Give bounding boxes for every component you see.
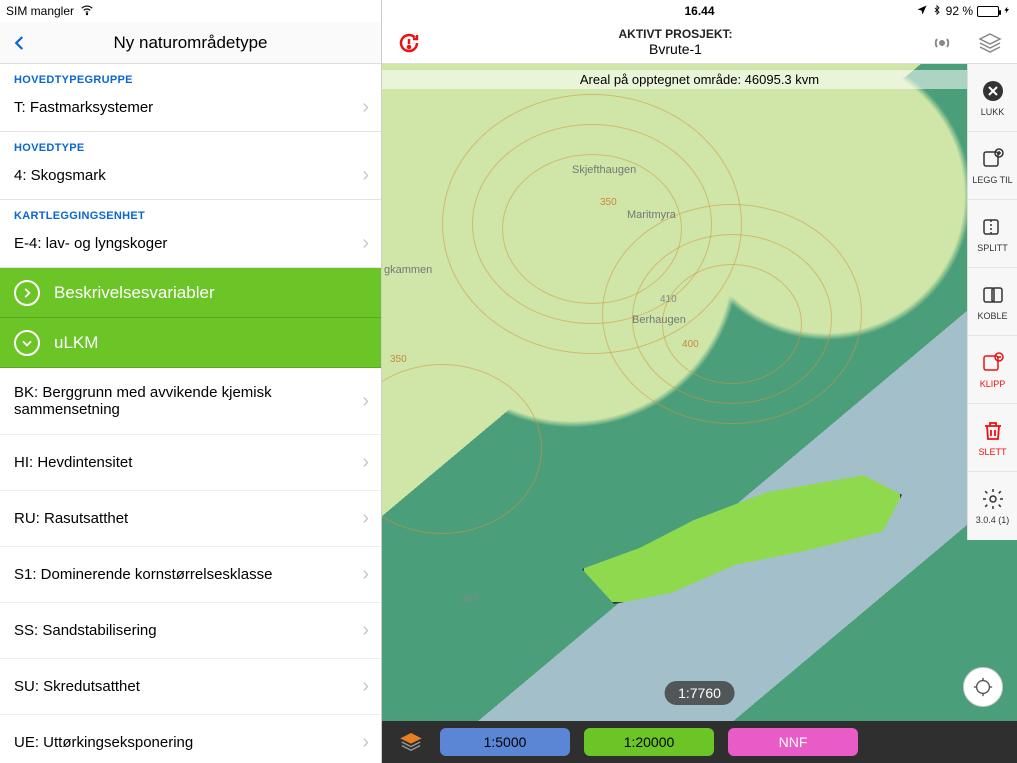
project-title-block: AKTIVT PROSJEKT: Bvrute-1 [426,28,925,58]
left-panel-title: Ny naturområdetype [0,33,381,53]
row-hovedtype-value: 4: Skogsmark [14,167,106,184]
chevron-right-icon: › [362,731,369,754]
scale-5000-label: 1:5000 [484,734,527,750]
variable-label: RU: Rasutsatthet [14,510,128,527]
variable-label: S1: Dominerende kornstørrelsesklasse [14,566,272,583]
tool-dock: LUKK LEGG TIL SPLITT KOBLE KLIPP SLETT [967,64,1017,540]
tool-version-label: 3.0.4 (1) [976,515,1010,525]
row-ulkm-label: uLKM [54,333,98,353]
tool-settings[interactable]: 3.0.4 (1) [968,472,1017,540]
variable-label: SS: Sandstabilisering [14,622,157,639]
area-banner: Areal på opptegnet område: 46095.3 kvm [382,70,1017,89]
expand-down-icon [14,330,40,356]
layers-button[interactable] [973,26,1007,60]
left-header: Ny naturområdetype [0,22,381,64]
variable-label: HI: Hevdintensitet [14,454,132,471]
tool-slett[interactable]: SLETT [968,404,1017,472]
tool-splitt-label: SPLITT [977,243,1008,253]
status-bar-left: SIM mangler [0,0,381,22]
variable-row[interactable]: UE: Uttørkingseksponering › [0,715,381,763]
chevron-right-icon: › [362,96,369,119]
tool-koble[interactable]: KOBLE [968,268,1017,336]
variable-row[interactable]: SU: Skredutsatthet › [0,659,381,715]
project-name: Bvrute-1 [426,41,925,57]
bottom-layers-button[interactable] [396,727,426,757]
row-beskrivelsesvariabler-label: Beskrivelsesvariabler [54,283,215,303]
battery-pct: 92 % [946,4,973,18]
chevron-right-icon: › [362,390,369,413]
tool-legg-til[interactable]: LEGG TIL [968,132,1017,200]
section-label-hovedtype: HOVEDTYPE [0,132,381,156]
variable-label: SU: Skredutsatthet [14,678,140,695]
tool-koble-label: KOBLE [977,311,1007,321]
variable-row[interactable]: SS: Sandstabilisering › [0,603,381,659]
row-beskrivelsesvariabler[interactable]: Beskrivelsesvariabler [0,268,381,318]
locate-button[interactable] [963,667,1003,707]
right-panel: 16.44 92 % AKTIVT PROSJEKT: Bvrute-1 [382,0,1017,763]
row-hovedtypegruppe[interactable]: T: Fastmarksystemer › [0,88,381,132]
project-title-label: AKTIVT PROSJEKT: [426,28,925,42]
expand-right-icon [14,280,40,306]
scale-5000-button[interactable]: 1:5000 [440,728,570,756]
variable-row[interactable]: S1: Dominerende kornstørrelsesklasse › [0,547,381,603]
network-status: SIM mangler [6,4,74,18]
section-label-kartleggingsenhet: KARTLEGGINGSENHET [0,200,381,224]
wifi-icon [80,3,94,20]
chevron-right-icon: › [362,675,369,698]
status-icons: 92 % [916,4,1011,19]
row-kartleggingsenhet[interactable]: E-4: lav- og lyngskoger › [0,224,381,268]
variable-row[interactable]: RU: Rasutsatthet › [0,491,381,547]
scale-20000-label: 1:20000 [624,734,675,750]
tool-lukk[interactable]: LUKK [968,64,1017,132]
battery-icon [977,6,999,17]
scale-20000-button[interactable]: 1:20000 [584,728,714,756]
current-scale-pill: 1:7760 [664,681,735,705]
row-hovedtypegruppe-value: T: Fastmarksystemer [14,99,153,116]
nnf-button[interactable]: NNF [728,728,858,756]
row-hovedtype[interactable]: 4: Skogsmark › [0,156,381,200]
chevron-right-icon: › [362,563,369,586]
back-button[interactable] [0,22,40,64]
left-panel: SIM mangler Ny naturområdetype HOVEDTYPE… [0,0,382,763]
chevron-right-icon: › [362,451,369,474]
location-icon [916,4,928,19]
broadcast-button[interactable] [925,26,959,60]
top-bar: AKTIVT PROSJEKT: Bvrute-1 [382,22,1017,64]
sync-button[interactable] [392,26,426,60]
variable-label: BK: Berggrunn med avvikende kjemisk samm… [14,384,362,418]
variable-row[interactable]: HI: Hevdintensitet › [0,435,381,491]
tool-slett-label: SLETT [978,447,1006,457]
tool-splitt[interactable]: SPLITT [968,200,1017,268]
chevron-right-icon: › [362,619,369,642]
tool-klipp-label: KLIPP [980,379,1006,389]
section-label-hovedtypegruppe: HOVEDTYPEGRUPPE [0,64,381,88]
variable-label: UE: Uttørkingseksponering [14,734,193,751]
status-bar-right: 16.44 92 % [382,0,1017,22]
variable-row[interactable]: BK: Berggrunn med avvikende kjemisk samm… [0,368,381,435]
map-background [382,64,1017,721]
chevron-right-icon: › [362,232,369,255]
tool-lukk-label: LUKK [981,107,1005,117]
tool-legg-til-label: LEGG TIL [972,175,1012,185]
charging-icon [1003,4,1011,19]
chevron-right-icon: › [362,164,369,187]
row-kartleggingsenhet-value: E-4: lav- og lyngskoger [14,235,167,252]
bottom-bar: 1:5000 1:20000 NNF [382,721,1017,763]
map-canvas[interactable]: Skjefthaugen Maritmyra Berhaugen gkammen… [382,64,1017,721]
tool-klipp[interactable]: KLIPP [968,336,1017,404]
nnf-label: NNF [779,734,808,750]
bluetooth-icon [932,4,942,19]
chevron-right-icon: › [362,507,369,530]
left-scroll-area[interactable]: HOVEDTYPEGRUPPE T: Fastmarksystemer › HO… [0,64,381,763]
row-ulkm[interactable]: uLKM [0,318,381,368]
